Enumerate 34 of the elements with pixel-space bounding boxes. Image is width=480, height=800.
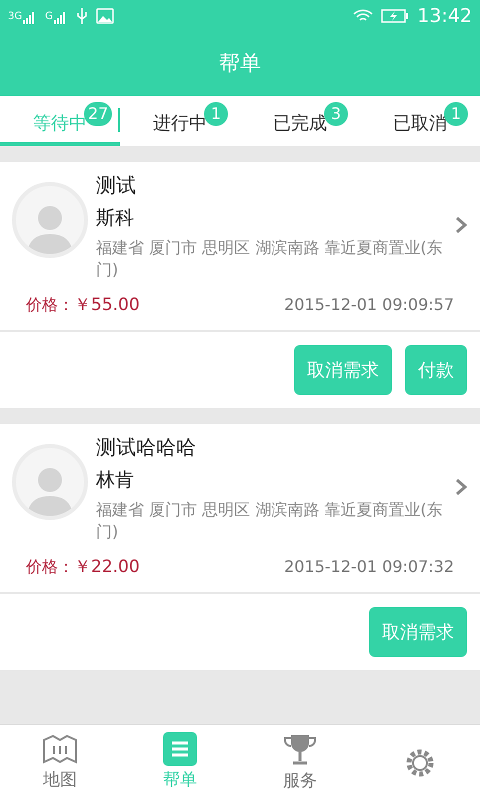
chevron-right-icon (454, 215, 468, 236)
count-badge: 1 (204, 102, 228, 126)
usb-icon (76, 8, 88, 24)
customer-name: 斯科 (96, 206, 135, 231)
battery-icon (381, 9, 410, 23)
nav-item[interactable]: 服务 (240, 725, 360, 800)
nav-item[interactable]: 地图 (0, 725, 120, 800)
tab[interactable]: 进行中 1 (120, 96, 240, 146)
signal-icon (54, 12, 68, 24)
price-label: 价格： (26, 556, 74, 578)
wifi-icon (353, 9, 374, 23)
order-title: 测试哈哈哈 (96, 434, 197, 461)
order-title: 测试 (96, 172, 137, 199)
tab[interactable]: 已完成 3 (240, 96, 360, 146)
count-badge: 3 (324, 102, 348, 126)
clock-time: 13:42 (417, 4, 472, 29)
network-label: 3G (8, 10, 22, 24)
network-label: G (45, 10, 53, 24)
image-icon (96, 8, 114, 24)
order-time: 2015-12-01 09:09:57 (284, 294, 454, 316)
price-label: 价格： (26, 294, 74, 316)
count-badge: 27 (84, 102, 112, 126)
price-value: ￥55.00 (74, 294, 140, 316)
order-time: 2015-12-01 09:07:32 (284, 556, 454, 578)
address-text: 福建省 厦门市 思明区 湖滨南路 靠近夏商置业(东门) (96, 236, 444, 280)
price-value: ￥22.00 (74, 556, 140, 578)
address-text: 福建省 厦门市 思明区 湖滨南路 靠近夏商置业(东门) (96, 498, 444, 542)
order-card[interactable]: 测试 斯科 福建省 厦门市 思明区 湖滨南路 靠近夏商置业(东门) 价格：￥55.00 2015-12-01 09:09:57 (0, 162, 480, 330)
tab[interactable]: 已取消 1 (360, 96, 480, 146)
page-title: 帮单 (219, 50, 261, 78)
customer-name: 林肯 (96, 468, 135, 493)
order-card[interactable]: 测试哈哈哈 林肯 福建省 厦门市 思明区 湖滨南路 靠近夏商置业(东门) 价格：￥22.00 2015-12-01 09:07:32 (0, 424, 480, 592)
chevron-right-icon (454, 477, 468, 498)
menu-icon (163, 732, 197, 766)
